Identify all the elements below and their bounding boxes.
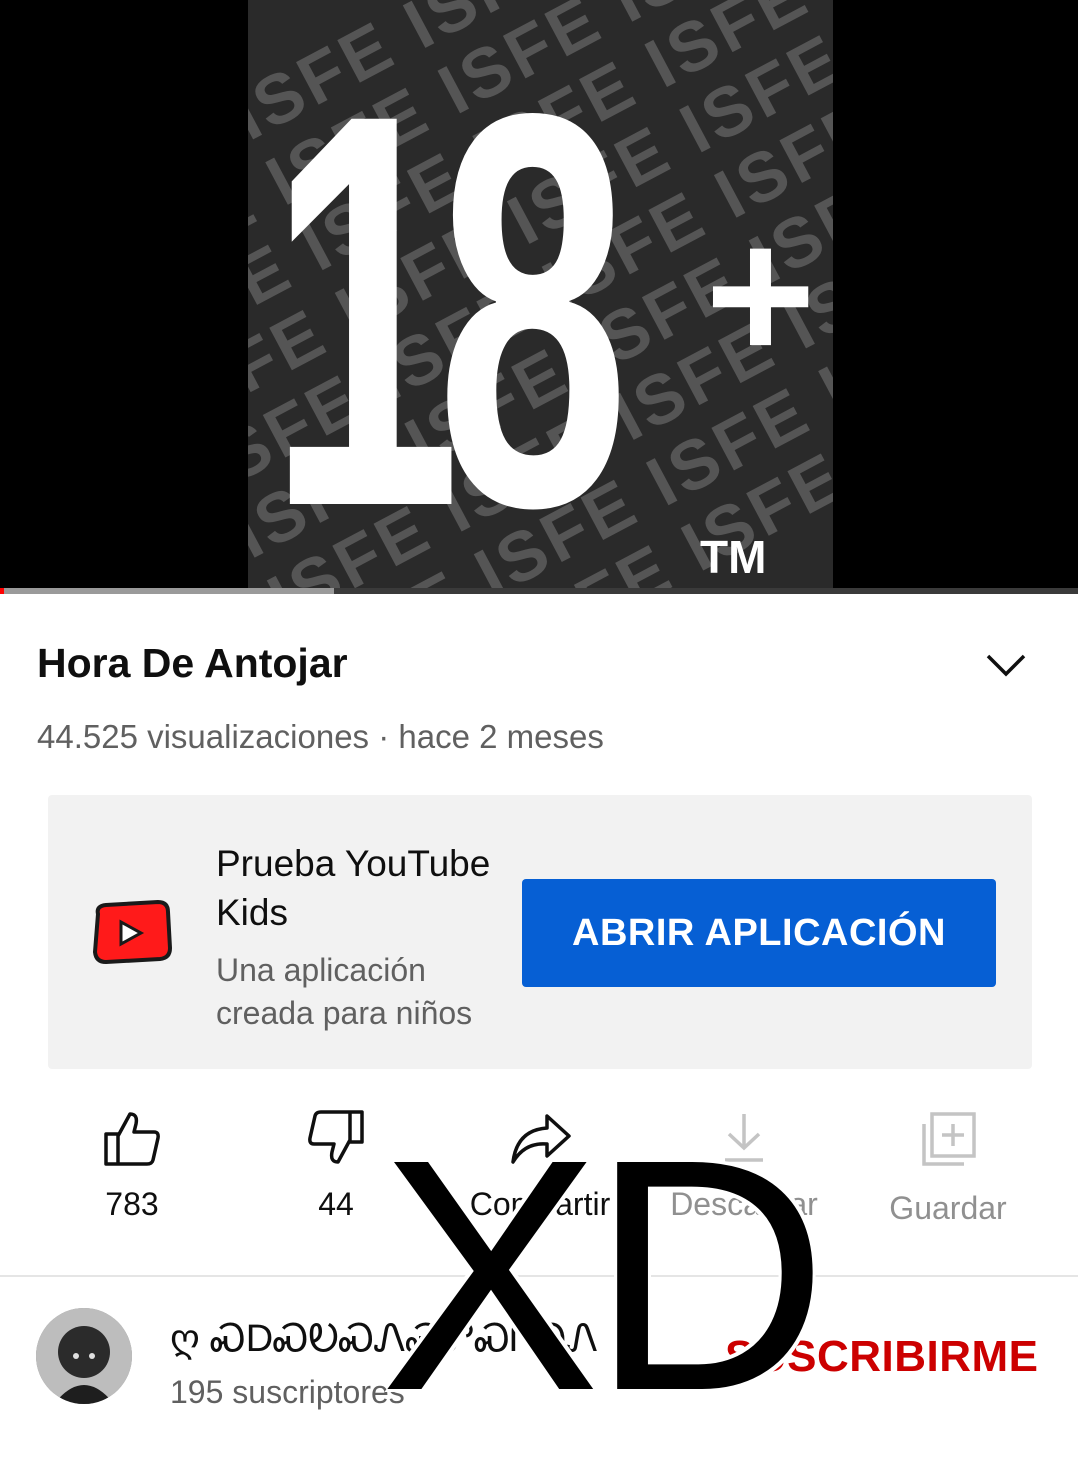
save-button[interactable]: Guardar	[848, 1110, 1048, 1227]
rating-number: 18	[268, 0, 629, 594]
xd-sticker: XD	[380, 1090, 828, 1459]
chevron-down-icon[interactable]	[985, 650, 1027, 680]
open-app-button[interactable]: ABRIR APLICACIÓN	[522, 879, 996, 987]
trademark-label: TM	[700, 531, 767, 583]
youtube-kids-icon	[92, 900, 172, 965]
promo-subtitle: Una aplicación creada para niños	[216, 952, 473, 1031]
subscriber-count: 195 suscriptores	[170, 1374, 405, 1410]
youtube-kids-promo: Prueba YouTube Kids Una aplicación cread…	[48, 795, 1032, 1069]
like-count: 783	[105, 1186, 159, 1222]
avatar-image	[36, 1308, 132, 1404]
like-button[interactable]: 783	[32, 1110, 232, 1223]
video-meta: 44.525 visualizaciones · hace 2 meses	[37, 718, 604, 755]
progress-bar[interactable]	[0, 588, 1078, 594]
dislike-icon	[308, 1110, 364, 1164]
progress-buffered	[0, 588, 335, 594]
video-player[interactable]: ISFE ISFE ISFE ISFE ISFE ISFE ISFE ISFE …	[0, 0, 1078, 594]
save-label: Guardar	[889, 1190, 1007, 1226]
like-icon	[104, 1112, 160, 1166]
promo-title: Prueba YouTube Kids	[216, 843, 491, 933]
progress-played	[0, 588, 5, 594]
rating-plus: +	[705, 189, 816, 401]
video-title[interactable]: Hora De Antojar	[37, 640, 348, 687]
channel-avatar[interactable]	[36, 1308, 132, 1404]
save-icon	[922, 1112, 976, 1166]
